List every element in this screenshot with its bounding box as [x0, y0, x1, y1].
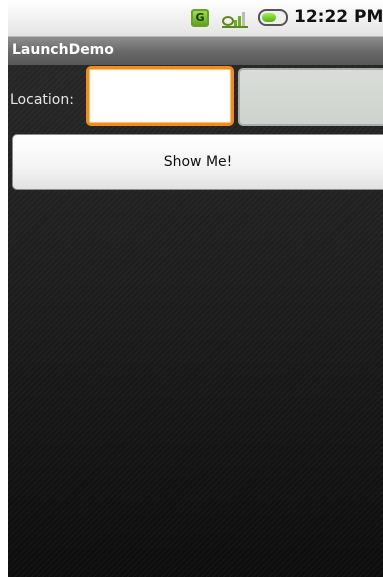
location-input[interactable] [93, 73, 227, 119]
status-bar: G 12:22 PM [8, 0, 383, 37]
app-screen: G 12:22 PM LaunchDemo Location: Show Me! [8, 0, 383, 577]
location-label: Location: [10, 92, 74, 108]
status-clock: 12:22 PM [294, 7, 383, 27]
location-field[interactable] [86, 66, 234, 126]
show-me-button[interactable]: Show Me! [12, 134, 383, 190]
battery-icon [258, 9, 288, 26]
signal-icon [222, 12, 248, 28]
second-input-field[interactable] [238, 68, 383, 126]
title-bar: LaunchDemo [8, 37, 383, 65]
app-title: LaunchDemo [12, 42, 114, 58]
g-network-icon: G [191, 9, 209, 27]
